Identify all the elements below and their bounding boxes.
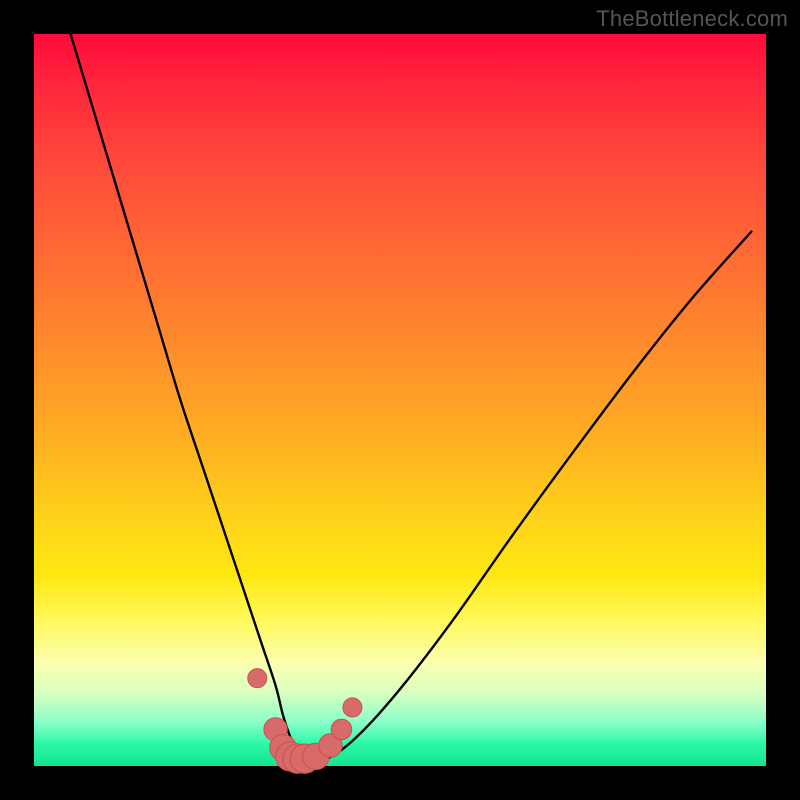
watermark-text: TheBottleneck.com — [596, 6, 788, 32]
plot-area — [34, 34, 766, 766]
chart-frame: TheBottleneck.com — [0, 0, 800, 800]
curve-dot — [343, 698, 362, 717]
curve-dot — [331, 719, 352, 740]
bottleneck-curve — [71, 34, 752, 760]
chart-svg — [34, 34, 766, 766]
curve-dot — [248, 669, 267, 688]
curve-dots — [248, 669, 362, 774]
